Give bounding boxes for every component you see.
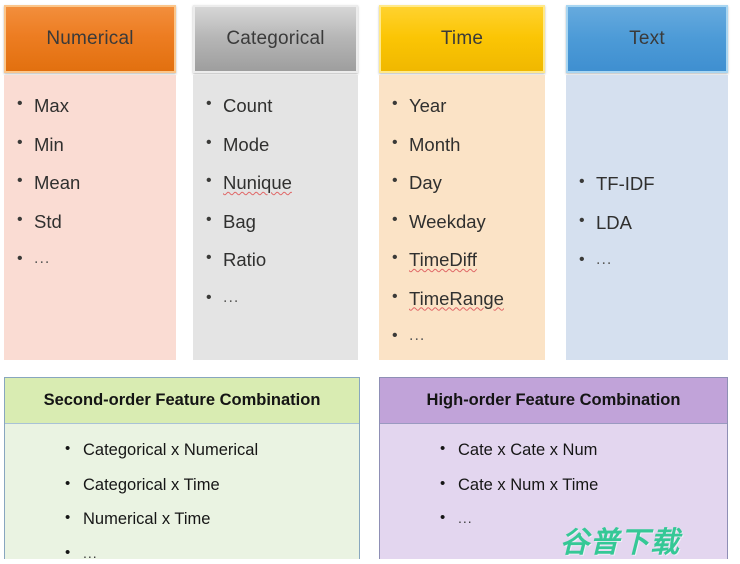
column-body-time: Year Month Day Weekday TimeDiff TimeRang…: [379, 75, 545, 360]
combination-label: Cate x Num x Time: [458, 475, 599, 494]
feature-label: TimeRange: [409, 287, 504, 309]
list-item: Nunique: [193, 172, 358, 193]
list-item-ellipsis: ...: [379, 327, 545, 345]
list-item: Numerical x Time: [65, 510, 359, 528]
combination-body-second-order: Categorical x Numerical Categorical x Ti…: [5, 424, 359, 561]
list-item-ellipsis: ...: [566, 251, 728, 269]
feature-label: LDA: [596, 211, 632, 233]
feature-list-categorical: Count Mode Nunique Bag Ratio ...: [193, 95, 358, 306]
list-item: Categorical x Time: [65, 475, 359, 494]
feature-label: Min: [34, 133, 64, 155]
list-item: Mode: [193, 133, 358, 155]
feature-taxonomy-diagram: Numerical Max Min Mean Std ... Categoric…: [0, 0, 740, 564]
column-header-time: Time: [379, 5, 545, 73]
combination-label: Categorical x Numerical: [83, 441, 259, 459]
list-item: Bag: [193, 210, 358, 232]
feature-label: TF-IDF: [596, 173, 655, 194]
combination-list-second-order: Categorical x Numerical Categorical x Ti…: [65, 441, 359, 561]
list-item: TF-IDF: [566, 173, 728, 194]
feature-list-text: TF-IDF LDA ...: [566, 173, 728, 269]
feature-label: Mode: [223, 133, 270, 155]
combination-label: Numerical x Time: [83, 510, 211, 528]
column-title-numerical: Numerical: [46, 28, 134, 49]
feature-list-time: Year Month Day Weekday TimeDiff TimeRang…: [379, 95, 545, 345]
column-header-categorical: Categorical: [193, 5, 358, 73]
list-item: Cate x Num x Time: [440, 475, 727, 494]
list-item: Count: [193, 95, 358, 116]
list-item: Categorical x Numerical: [65, 441, 359, 459]
list-item: Mean: [4, 172, 176, 193]
list-item: TimeDiff: [379, 249, 545, 270]
category-column-numerical: Numerical Max Min Mean Std ...: [4, 5, 176, 360]
column-header-text: Text: [566, 5, 728, 73]
column-header-numerical: Numerical: [4, 5, 176, 73]
feature-label: Weekday: [409, 210, 486, 232]
list-item: Day: [379, 172, 545, 193]
list-item-ellipsis: ...: [65, 544, 359, 561]
feature-label: ...: [596, 251, 613, 268]
list-item: Month: [379, 133, 545, 155]
combination-label: Categorical x Time: [83, 475, 220, 494]
feature-label: ...: [223, 288, 240, 306]
list-item: Std: [4, 210, 176, 232]
feature-label: TimeDiff: [409, 249, 477, 270]
combination-label: ...: [83, 544, 98, 561]
category-column-text: Text TF-IDF LDA ...: [566, 5, 728, 360]
feature-label: ...: [34, 250, 51, 267]
category-column-time: Time Year Month Day Weekday TimeDiff Tim…: [379, 5, 545, 360]
column-body-numerical: Max Min Mean Std ...: [4, 75, 176, 360]
list-item-ellipsis: ...: [193, 288, 358, 306]
feature-label: ...: [409, 327, 426, 344]
column-title-categorical: Categorical: [226, 28, 325, 49]
feature-label: Mean: [34, 172, 81, 193]
category-column-categorical: Categorical Count Mode Nunique Bag Ratio…: [193, 5, 358, 360]
feature-label: Std: [34, 210, 62, 232]
list-item: TimeRange: [379, 287, 545, 309]
column-body-categorical: Count Mode Nunique Bag Ratio ...: [193, 75, 358, 360]
feature-label: Year: [409, 95, 447, 116]
combination-label: ...: [458, 510, 473, 526]
list-item: Weekday: [379, 210, 545, 232]
list-item-ellipsis: ...: [4, 250, 176, 268]
combination-label: Cate x Cate x Num: [458, 441, 598, 459]
combination-box-second-order: Second-order Feature Combination Categor…: [4, 377, 360, 561]
feature-label: Bag: [223, 210, 256, 232]
combination-header-second-order: Second-order Feature Combination: [5, 378, 359, 424]
list-item: Year: [379, 95, 545, 116]
watermark-text: 谷普下载: [560, 525, 681, 559]
column-title-time: Time: [440, 28, 484, 49]
combination-title-second-order: Second-order Feature Combination: [43, 391, 321, 409]
feature-label: Ratio: [223, 249, 267, 270]
combination-list-high-order: Cate x Cate x Num Cate x Num x Time ...: [440, 441, 727, 526]
feature-label: Nunique: [223, 172, 292, 193]
combination-header-high-order: High-order Feature Combination: [380, 378, 727, 424]
feature-label: Count: [223, 95, 273, 116]
list-item: Cate x Cate x Num: [440, 441, 727, 459]
list-item: Min: [4, 133, 176, 155]
feature-list-numerical: Max Min Mean Std ...: [4, 95, 176, 268]
column-body-text: TF-IDF LDA ...: [566, 75, 728, 360]
column-title-text: Text: [629, 28, 665, 49]
list-item: LDA: [566, 211, 728, 233]
list-item: Max: [4, 95, 176, 116]
feature-label: Day: [409, 172, 442, 193]
combination-title-high-order: High-order Feature Combination: [426, 391, 681, 409]
feature-label: Month: [409, 133, 461, 155]
list-item: Ratio: [193, 249, 358, 270]
feature-label: Max: [34, 95, 69, 116]
